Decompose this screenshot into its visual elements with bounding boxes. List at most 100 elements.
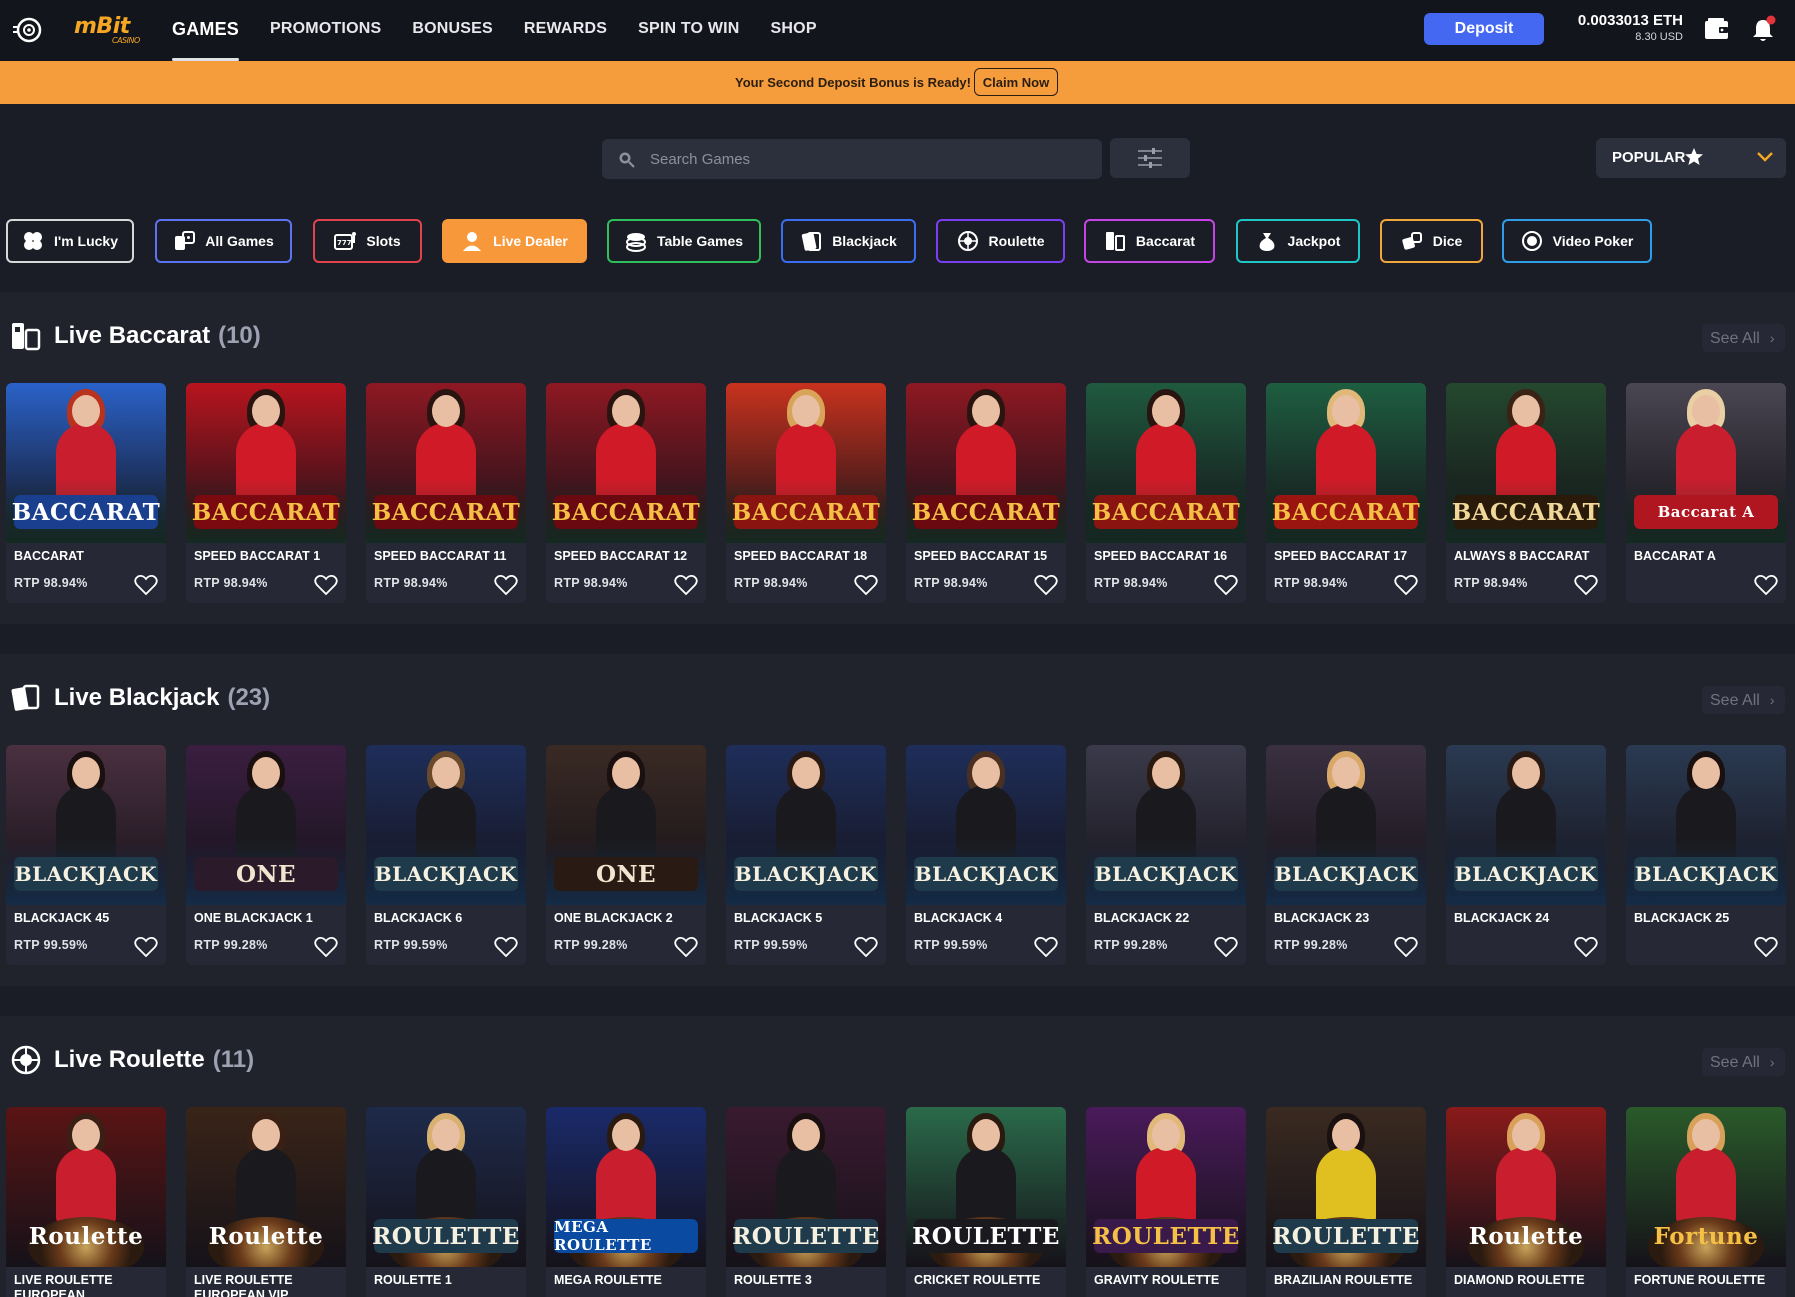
see-all-button[interactable]: See All › <box>1702 686 1785 714</box>
nav-spin-to-win[interactable]: SPIN TO WIN <box>638 0 739 61</box>
search-input[interactable] <box>650 139 1080 179</box>
game-thumbnail[interactable]: BACCARAT <box>726 383 886 543</box>
game-thumbnail[interactable]: BACCARAT <box>546 383 706 543</box>
game-card[interactable]: BACCARAT SPEED BACCARAT 16 RTP 98.94% <box>1086 383 1246 603</box>
game-thumbnail[interactable]: ROULETTE <box>366 1107 526 1267</box>
game-thumbnail[interactable]: BLACKJACK <box>1086 745 1246 905</box>
game-thumbnail[interactable]: BACCARAT <box>366 383 526 543</box>
game-card[interactable]: ROULETTE BRAZILIAN ROULETTE <box>1266 1107 1426 1297</box>
category-all-games[interactable]: All Games <box>155 219 292 263</box>
heart-icon[interactable] <box>1034 936 1058 958</box>
game-card[interactable]: BLACKJACK BLACKJACK 45 RTP 99.59% <box>6 745 166 965</box>
game-card[interactable]: ROULETTE GRAVITY ROULETTE <box>1086 1107 1246 1297</box>
balance-display[interactable]: 0.0033013 ETH 8.30 USD <box>1568 12 1683 43</box>
game-card[interactable]: BACCARAT SPEED BACCARAT 18 RTP 98.94% <box>726 383 886 603</box>
game-card[interactable]: BACCARAT BACCARAT RTP 98.94% <box>6 383 166 603</box>
heart-icon[interactable] <box>674 574 698 596</box>
heart-icon[interactable] <box>1214 936 1238 958</box>
category-dice[interactable]: Dice <box>1380 219 1483 263</box>
filter-button[interactable] <box>1110 138 1190 178</box>
game-card[interactable]: BLACKJACK BLACKJACK 25 <box>1626 745 1786 965</box>
game-card[interactable]: BLACKJACK BLACKJACK 6 RTP 99.59% <box>366 745 526 965</box>
game-thumbnail[interactable]: ROULETTE <box>1086 1107 1246 1267</box>
game-thumbnail[interactable]: Baccarat A <box>1626 383 1786 543</box>
game-thumbnail[interactable]: BLACKJACK <box>906 745 1066 905</box>
game-thumbnail[interactable]: ONE <box>546 745 706 905</box>
game-card[interactable]: Roulette DIAMOND ROULETTE <box>1446 1107 1606 1297</box>
category-table-games[interactable]: Table Games <box>607 219 761 263</box>
game-card[interactable]: BACCARAT ALWAYS 8 BACCARAT RTP 98.94% <box>1446 383 1606 603</box>
game-card[interactable]: BACCARAT SPEED BACCARAT 17 RTP 98.94% <box>1266 383 1426 603</box>
heart-icon[interactable] <box>1574 574 1598 596</box>
game-thumbnail[interactable]: BLACKJACK <box>6 745 166 905</box>
category-live-dealer[interactable]: Live Dealer <box>442 219 587 263</box>
game-thumbnail[interactable]: BACCARAT <box>1086 383 1246 543</box>
heart-icon[interactable] <box>494 936 518 958</box>
heart-icon[interactable] <box>314 936 338 958</box>
game-card[interactable]: BLACKJACK BLACKJACK 4 RTP 99.59% <box>906 745 1066 965</box>
game-card[interactable]: Fortune FORTUNE ROULETTE <box>1626 1107 1786 1297</box>
game-thumbnail[interactable]: Roulette <box>186 1107 346 1267</box>
game-thumbnail[interactable]: ROULETTE <box>1266 1107 1426 1267</box>
nav-bonuses[interactable]: BONUSES <box>412 0 493 61</box>
game-card[interactable]: BACCARAT SPEED BACCARAT 11 RTP 98.94% <box>366 383 526 603</box>
game-thumbnail[interactable]: BACCARAT <box>1446 383 1606 543</box>
category-baccarat[interactable]: Baccarat <box>1084 219 1215 263</box>
game-thumbnail[interactable]: Roulette <box>1446 1107 1606 1267</box>
see-all-button[interactable]: See All › <box>1702 324 1785 352</box>
heart-icon[interactable] <box>1034 574 1058 596</box>
nav-rewards[interactable]: REWARDS <box>524 0 607 61</box>
game-thumbnail[interactable]: ROULETTE <box>726 1107 886 1267</box>
game-thumbnail[interactable]: Fortune <box>1626 1107 1786 1267</box>
heart-icon[interactable] <box>854 936 878 958</box>
casino-logo-icon[interactable] <box>12 14 44 46</box>
game-thumbnail[interactable]: ONE <box>186 745 346 905</box>
game-card[interactable]: Roulette LIVE ROULETTE EUROPEAN VIP <box>186 1107 346 1297</box>
heart-icon[interactable] <box>1754 936 1778 958</box>
heart-icon[interactable] <box>1574 936 1598 958</box>
see-all-button[interactable]: See All › <box>1702 1048 1785 1076</box>
heart-icon[interactable] <box>854 574 878 596</box>
game-thumbnail[interactable]: BACCARAT <box>1266 383 1426 543</box>
game-thumbnail[interactable]: BLACKJACK <box>1446 745 1606 905</box>
game-card[interactable]: BLACKJACK BLACKJACK 23 RTP 99.28% <box>1266 745 1426 965</box>
brand-logo[interactable]: mBit CASINO <box>74 14 140 45</box>
game-thumbnail[interactable]: ROULETTE <box>906 1107 1066 1267</box>
game-thumbnail[interactable]: BACCARAT <box>6 383 166 543</box>
category-video-poker[interactable]: Video Poker <box>1502 219 1652 263</box>
heart-icon[interactable] <box>1394 936 1418 958</box>
nav-games[interactable]: GAMES <box>172 0 240 61</box>
game-card[interactable]: ONE ONE BLACKJACK 1 RTP 99.28% <box>186 745 346 965</box>
game-thumbnail[interactable]: BACCARAT <box>906 383 1066 543</box>
wallet-icon[interactable] <box>1704 17 1730 41</box>
heart-icon[interactable] <box>134 574 158 596</box>
game-card[interactable]: MEGA ROULETTE MEGA ROULETTE <box>546 1107 706 1297</box>
game-card[interactable]: BLACKJACK BLACKJACK 5 RTP 99.59% <box>726 745 886 965</box>
category-roulette[interactable]: Roulette <box>936 219 1065 263</box>
heart-icon[interactable] <box>314 574 338 596</box>
game-thumbnail[interactable]: BLACKJACK <box>726 745 886 905</box>
heart-icon[interactable] <box>674 936 698 958</box>
category-slots[interactable]: 777 Slots <box>313 219 422 263</box>
game-card[interactable]: ROULETTE ROULETTE 3 <box>726 1107 886 1297</box>
game-card[interactable]: BLACKJACK BLACKJACK 24 <box>1446 745 1606 965</box>
game-card[interactable]: ONE ONE BLACKJACK 2 RTP 99.28% <box>546 745 706 965</box>
category-i-m-lucky[interactable]: I'm Lucky <box>6 219 134 263</box>
heart-icon[interactable] <box>494 574 518 596</box>
search-box[interactable] <box>602 139 1102 179</box>
game-card[interactable]: BACCARAT SPEED BACCARAT 1 RTP 98.94% <box>186 383 346 603</box>
game-thumbnail[interactable]: BLACKJACK <box>1626 745 1786 905</box>
game-thumbnail[interactable]: BLACKJACK <box>366 745 526 905</box>
nav-promotions[interactable]: PROMOTIONS <box>270 0 381 61</box>
game-card[interactable]: BLACKJACK BLACKJACK 22 RTP 99.28% <box>1086 745 1246 965</box>
heart-icon[interactable] <box>1214 574 1238 596</box>
heart-icon[interactable] <box>1394 574 1418 596</box>
claim-now-button[interactable]: Claim Now <box>974 68 1058 96</box>
heart-icon[interactable] <box>134 936 158 958</box>
game-thumbnail[interactable]: BACCARAT <box>186 383 346 543</box>
game-card[interactable]: BACCARAT SPEED BACCARAT 15 RTP 98.94% <box>906 383 1066 603</box>
bell-icon[interactable] <box>1750 14 1778 44</box>
nav-shop[interactable]: SHOP <box>771 0 817 61</box>
game-thumbnail[interactable]: Roulette <box>6 1107 166 1267</box>
game-card[interactable]: Baccarat A BACCARAT A <box>1626 383 1786 603</box>
